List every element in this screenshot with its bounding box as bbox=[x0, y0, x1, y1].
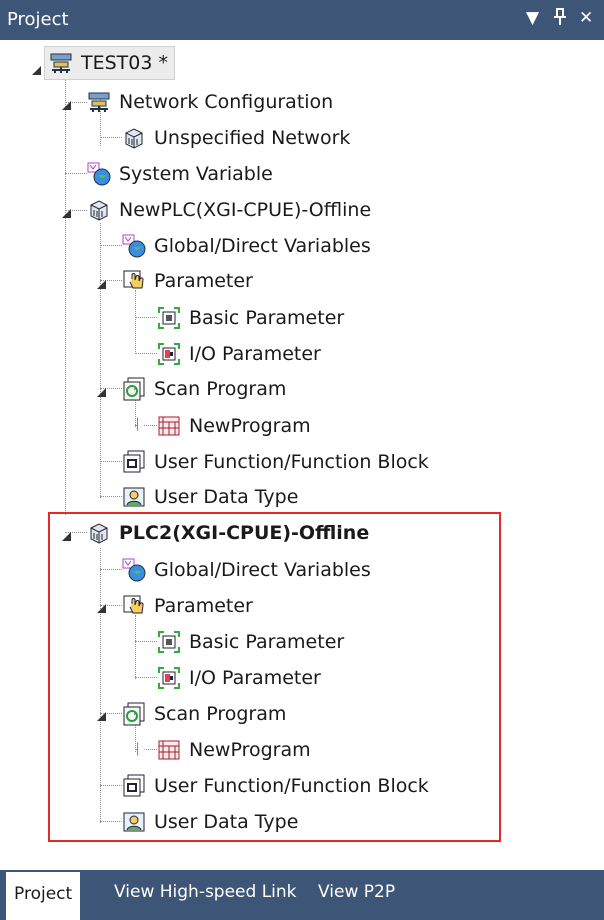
collapse-toggle-icon[interactable] bbox=[62, 209, 71, 218]
function-block-icon bbox=[122, 450, 146, 474]
parameter-hand-icon bbox=[122, 269, 146, 293]
tab-view-high-speed-link[interactable]: View High-speed Link bbox=[106, 870, 305, 914]
panel-title: Project bbox=[7, 9, 69, 30]
panel-title-bar: Project ▼ ✕ bbox=[0, 0, 604, 40]
tree-item-plc1[interactable]: NewPLC(XGI-CPUE)-Offline bbox=[87, 194, 371, 226]
tree-item-new-program[interactable]: NewProgram bbox=[157, 410, 311, 442]
close-icon[interactable]: ✕ bbox=[579, 8, 593, 28]
basic-parameter-icon bbox=[157, 306, 181, 330]
tab-project[interactable]: Project bbox=[6, 872, 81, 920]
tree-item-global-variables[interactable]: Global/Direct Variables bbox=[122, 230, 371, 262]
io-parameter-icon bbox=[157, 342, 181, 366]
plc2-highlight-box bbox=[48, 512, 501, 842]
scan-program-icon bbox=[122, 377, 146, 401]
collapse-toggle-icon[interactable] bbox=[97, 280, 106, 289]
pin-icon[interactable] bbox=[553, 8, 567, 31]
plc-cube-icon bbox=[122, 126, 146, 150]
tree-item-basic-parameter[interactable]: Basic Parameter bbox=[157, 302, 344, 334]
collapse-toggle-icon[interactable] bbox=[32, 66, 41, 75]
panel-tab-bar: Project View High-speed Link View P2P bbox=[0, 870, 604, 920]
tree-item-parameter[interactable]: Parameter bbox=[122, 265, 253, 297]
chevron-down-icon[interactable]: ▼ bbox=[526, 8, 539, 28]
collapse-toggle-icon[interactable] bbox=[62, 101, 71, 110]
tree-item-user-function[interactable]: User Function/Function Block bbox=[122, 446, 429, 478]
project-network-icon bbox=[49, 51, 73, 75]
plc-cube-icon bbox=[87, 198, 111, 222]
tree-item-io-parameter[interactable]: I/O Parameter bbox=[157, 338, 321, 370]
variable-globe-icon bbox=[122, 234, 146, 258]
variable-globe-icon bbox=[87, 162, 111, 186]
user-data-type-icon bbox=[122, 485, 146, 509]
network-icon bbox=[87, 90, 111, 114]
tree-root-project[interactable]: TEST03 * bbox=[44, 46, 175, 80]
tree-item-system-variable[interactable]: System Variable bbox=[87, 158, 273, 190]
tree-item-scan-program[interactable]: Scan Program bbox=[122, 373, 286, 405]
tree-item-network-configuration[interactable]: Network Configuration bbox=[87, 86, 333, 118]
tab-view-p2p[interactable]: View P2P bbox=[310, 870, 403, 914]
tree-item-unspecified-network[interactable]: Unspecified Network bbox=[122, 122, 350, 154]
ladder-program-icon bbox=[157, 414, 181, 438]
collapse-toggle-icon[interactable] bbox=[97, 388, 106, 397]
tree-item-user-data-type[interactable]: User Data Type bbox=[122, 481, 298, 513]
